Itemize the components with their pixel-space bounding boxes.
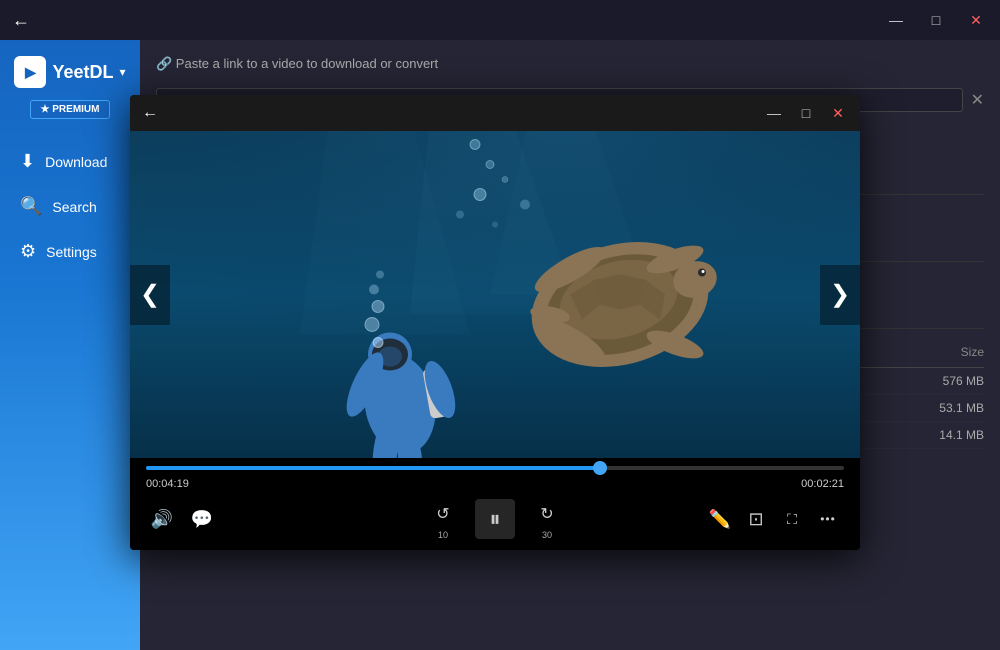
remaining-time: 00:02:21 — [801, 478, 844, 490]
sidebar-item-download-label: Download — [45, 154, 107, 170]
size-cell: 14.1 MB — [939, 428, 984, 442]
time-display: 00:04:19 00:02:21 — [146, 478, 844, 490]
sidebar-item-search[interactable]: 🔍 Search — [0, 184, 140, 229]
left-controls: 🔊 💬 — [146, 503, 218, 535]
annotate-button[interactable]: ✏️ — [704, 503, 736, 535]
skip-fwd-wrapper: ↻ 30 — [531, 498, 563, 540]
current-time: 00:04:19 — [146, 478, 189, 490]
player-back-button[interactable]: ← — [142, 104, 158, 122]
app-window: ← — □ ✕ ▶ YeetDL ▾ ★ PREMIUM ⬇ Download … — [0, 0, 1000, 650]
url-bar: 🔗 Paste a link to a video to download or… — [156, 56, 984, 72]
volume-button[interactable]: 🔊 — [146, 503, 178, 535]
play-pause-icon: ⏸ — [489, 506, 500, 532]
subtitles-button[interactable]: 💬 — [186, 503, 218, 535]
col-size-header: Size — [904, 345, 984, 359]
more-icon: ••• — [820, 512, 836, 526]
controls-row: 🔊 💬 ↺ 10 ⏸ — [146, 498, 844, 540]
size-cell: 576 MB — [943, 374, 984, 388]
logo-area: ▶ YeetDL ▾ — [2, 56, 137, 88]
download-icon: ⬇ — [20, 151, 35, 172]
player-prev-button[interactable]: ❮ — [130, 265, 170, 325]
premium-badge[interactable]: ★ PREMIUM — [30, 100, 111, 119]
size-cell: 53.1 MB — [939, 401, 984, 415]
logo-dropdown-arrow[interactable]: ▾ — [120, 65, 126, 79]
sidebar-item-download[interactable]: ⬇ Download — [0, 139, 140, 184]
skip-back-button[interactable]: ↺ — [427, 498, 459, 530]
settings-icon: ⚙ — [20, 241, 36, 262]
fullscreen-icon: ⛶ — [787, 511, 797, 528]
skip-fwd-label: 30 — [542, 530, 552, 540]
maximize-button[interactable]: □ — [924, 8, 948, 32]
player-titlebar: ← — □ ✕ — [130, 95, 860, 131]
sidebar-item-search-label: Search — [52, 199, 96, 215]
player-maximize-button[interactable]: □ — [796, 103, 816, 123]
title-bar: ← — □ ✕ — [0, 0, 1000, 40]
search-icon: 🔍 — [20, 196, 42, 217]
url-hint: 🔗 Paste a link to a video to download or… — [156, 56, 438, 72]
skip-back-wrapper: ↺ 10 — [427, 498, 459, 540]
back-button[interactable]: ← — [12, 10, 30, 31]
pip-button[interactable]: ⊡ — [740, 503, 772, 535]
player-close-button[interactable]: ✕ — [828, 103, 848, 123]
logo-icon: ▶ — [14, 56, 46, 88]
sidebar-item-settings-label: Settings — [46, 244, 97, 260]
player-minimize-button[interactable]: — — [764, 103, 784, 123]
subtitles-icon: 💬 — [191, 509, 213, 530]
skip-back-label: 10 — [438, 530, 448, 540]
progress-thumb[interactable] — [593, 461, 607, 475]
skip-fwd-icon: ↻ — [540, 504, 553, 524]
right-controls: ✏️ ⊡ ⛶ ••• — [704, 503, 844, 535]
player-controls: 00:04:19 00:02:21 🔊 💬 ↺ — [130, 458, 860, 550]
close-button[interactable]: ✕ — [964, 8, 988, 32]
logo-text: YeetDL — [52, 62, 113, 83]
fullscreen-button[interactable]: ⛶ — [776, 503, 808, 535]
sidebar-item-settings[interactable]: ⚙ Settings — [0, 229, 140, 274]
player-next-button[interactable]: ❯ — [820, 265, 860, 325]
play-pause-button[interactable]: ⏸ — [475, 499, 515, 539]
sidebar: ▶ YeetDL ▾ ★ PREMIUM ⬇ Download 🔍 Search… — [0, 40, 140, 650]
annotate-icon: ✏️ — [709, 509, 731, 530]
minimize-button[interactable]: — — [884, 8, 908, 32]
skip-back-icon: ↺ — [436, 504, 449, 524]
title-bar-left: ← — [12, 10, 30, 31]
video-area[interactable]: ❮ ❯ — [130, 131, 860, 458]
progress-bar[interactable] — [146, 466, 844, 470]
dismiss-button[interactable]: ✕ — [971, 90, 984, 110]
skip-fwd-button[interactable]: ↻ — [531, 498, 563, 530]
title-bar-right: — □ ✕ — [884, 8, 988, 32]
media-player: ← — □ ✕ — [130, 95, 860, 550]
more-button[interactable]: ••• — [812, 503, 844, 535]
pip-icon: ⊡ — [748, 509, 763, 530]
volume-icon: 🔊 — [151, 509, 173, 530]
player-window-controls: — □ ✕ — [764, 103, 848, 123]
